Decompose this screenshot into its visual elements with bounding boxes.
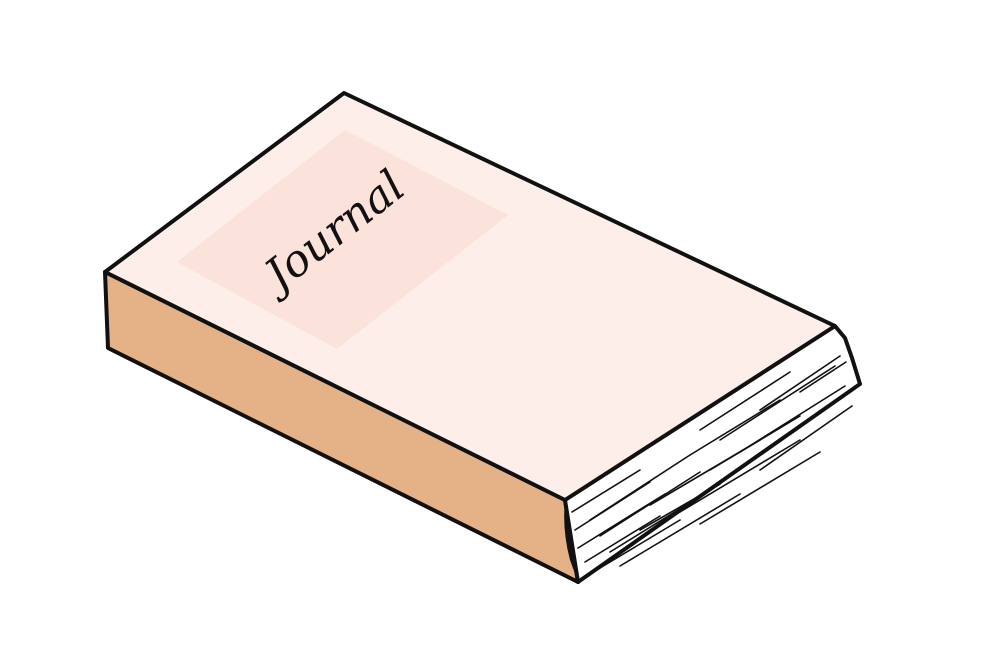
journal-illustration: Journal bbox=[103, 91, 862, 584]
